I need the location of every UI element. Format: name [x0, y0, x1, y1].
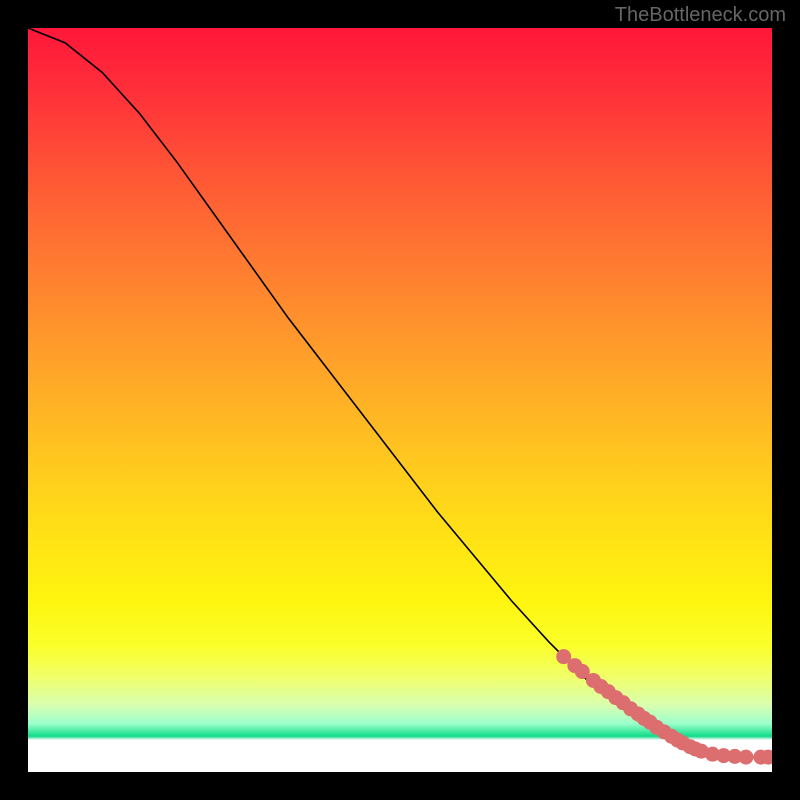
- curve-line: [28, 28, 772, 757]
- marker-group: [556, 649, 772, 764]
- data-marker: [738, 750, 753, 765]
- chart-svg: [28, 28, 772, 772]
- plot-area: [28, 28, 772, 772]
- watermark-text: TheBottleneck.com: [615, 4, 786, 27]
